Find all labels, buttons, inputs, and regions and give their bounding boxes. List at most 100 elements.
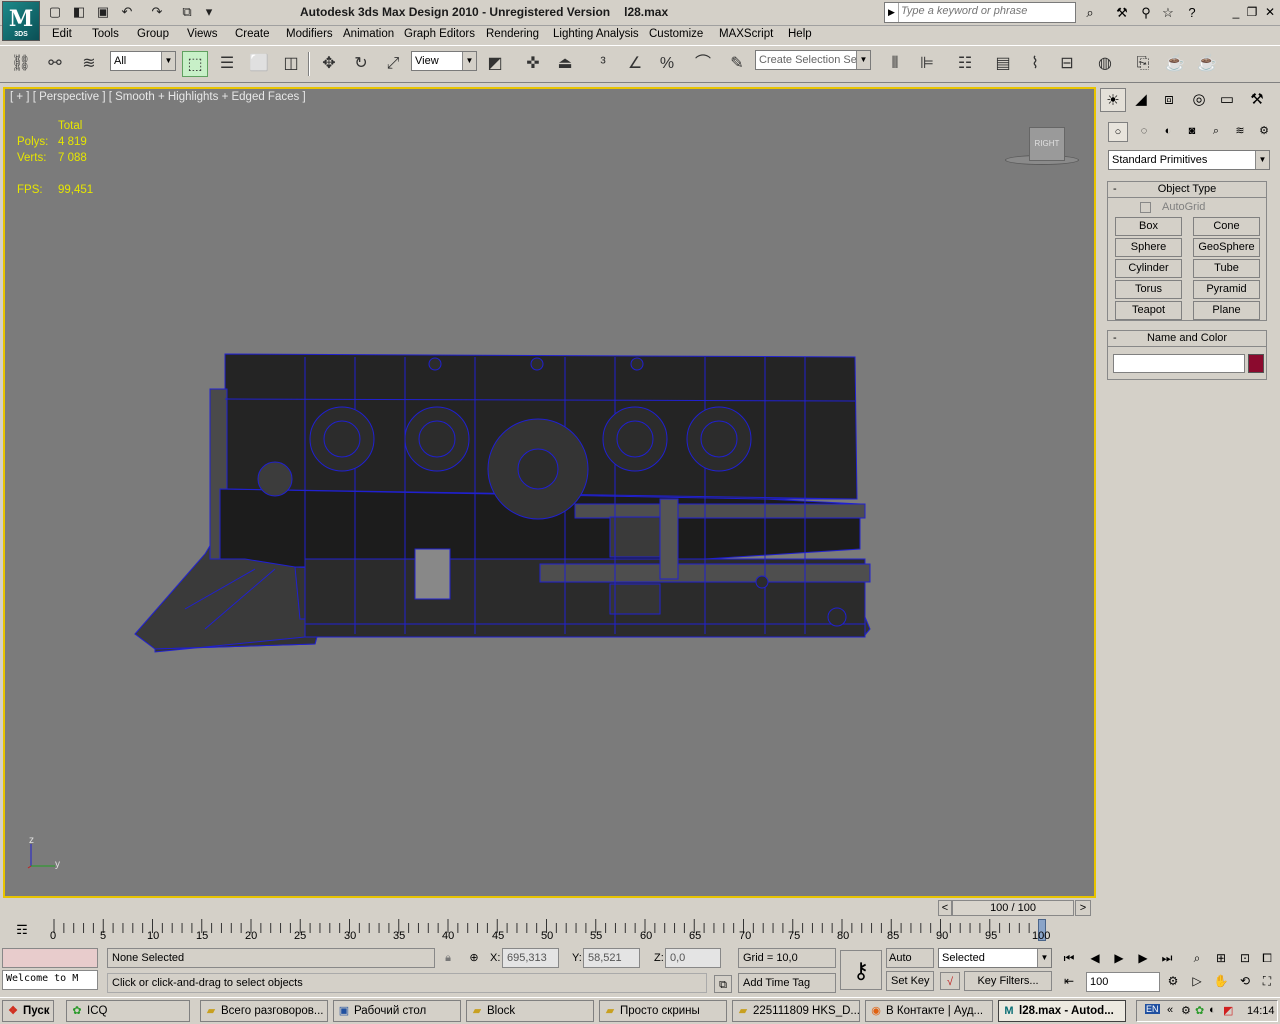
maximize-viewport-icon[interactable]: ⛶ (1258, 972, 1276, 990)
menu-edit[interactable]: Edit (52, 28, 72, 40)
maxscript-mini-listener-top[interactable] (2, 948, 98, 968)
y-coordinate-field[interactable]: 58,521 (583, 948, 640, 968)
material-editor-icon[interactable]: ◍ (1092, 51, 1118, 77)
set-key-button[interactable]: Set Key (886, 971, 934, 991)
object-category-dropdown[interactable]: Standard Primitives ▼ (1108, 150, 1270, 170)
language-indicator[interactable]: EN (1145, 1004, 1160, 1014)
layer-manager-icon[interactable]: ☷ (952, 51, 978, 77)
zoom-extents-icon[interactable]: ⊡ (1236, 949, 1254, 967)
application-menu-button[interactable]: M 3DS (2, 1, 40, 41)
open-file-icon[interactable]: ◧ (70, 4, 88, 21)
plane-button[interactable]: Plane (1193, 301, 1260, 320)
shapes-icon[interactable]: ◌ (1134, 122, 1154, 142)
save-file-icon[interactable]: ▣ (94, 4, 112, 21)
box-button[interactable]: Box (1115, 217, 1182, 236)
rendered-frame-window-icon[interactable]: ☕ (1162, 51, 1188, 77)
cameras-icon[interactable]: ◙ (1182, 122, 1202, 142)
z-coordinate-field[interactable]: 0,0 (665, 948, 721, 968)
select-by-name-icon[interactable]: ☰ (214, 51, 240, 77)
auto-key-button[interactable]: Auto Key (886, 948, 934, 982)
tray-speaker-icon[interactable]: ◐ (1209, 1004, 1216, 1016)
tube-button[interactable]: Tube (1193, 259, 1260, 278)
perspective-viewport[interactable]: [ + ] [ Perspective ] [ Smooth + Highlig… (3, 87, 1096, 898)
render-setup-icon[interactable]: ⎘ (1130, 51, 1156, 77)
edit-named-selection-icon[interactable]: ✎ (724, 51, 750, 77)
cone-button[interactable]: Cone (1193, 217, 1260, 236)
select-and-scale-icon[interactable]: ⤢ (380, 51, 406, 77)
key-mode-toggle-icon[interactable]: ⇤ (1060, 972, 1078, 990)
close-window-icon[interactable]: ✕ (1262, 4, 1278, 20)
orbit-icon[interactable]: ⟲ (1236, 972, 1254, 990)
engine-block-model[interactable] (5, 89, 1094, 896)
spinner-snap-icon[interactable]: ⌒ (690, 51, 716, 77)
time-tag-icon[interactable]: ⧉ (714, 975, 732, 993)
tray-antivirus-icon[interactable]: ◩ (1223, 1004, 1233, 1017)
helpers-icon[interactable]: ⌕ (1206, 122, 1226, 142)
systems-icon[interactable]: ⚙ (1254, 122, 1274, 142)
curve-editor-icon[interactable]: ⌇ (1022, 51, 1048, 77)
next-frame-icon[interactable]: ▶ (1134, 949, 1152, 967)
favorites-star-icon[interactable]: ☆ (1158, 4, 1178, 21)
selection-filter-dropdown[interactable]: All ▼ (110, 51, 176, 71)
tray-icq-icon[interactable]: ✿ (1195, 1004, 1204, 1017)
menu-create[interactable]: Create (235, 28, 270, 40)
default-tangents-icon[interactable]: √ (940, 972, 960, 990)
search-input[interactable] (901, 5, 1071, 17)
unlink-selection-icon[interactable]: ⚯ (42, 51, 68, 77)
communication-center-icon[interactable]: ⚲ (1136, 4, 1156, 21)
time-slider-prev-icon[interactable]: < (938, 900, 952, 916)
time-slider-next-icon[interactable]: > (1075, 900, 1091, 916)
binoculars-search-icon[interactable]: ⌕ (1080, 4, 1100, 21)
display-tab-icon[interactable]: ▭ (1214, 88, 1240, 112)
snaps-toggle-icon[interactable]: ³ (590, 51, 616, 77)
angle-snap-icon[interactable]: ∠ (622, 51, 648, 77)
cylinder-button[interactable]: Cylinder (1115, 259, 1182, 278)
menu-help[interactable]: Help (788, 28, 812, 40)
minimize-window-icon[interactable]: _ (1228, 4, 1244, 20)
name-and-color-rollout-header[interactable]: - Name and Color (1108, 331, 1266, 347)
schematic-view-icon[interactable]: ⊟ (1054, 51, 1080, 77)
lights-icon[interactable]: ◐ (1158, 122, 1178, 142)
percent-snap-icon[interactable]: % (654, 51, 680, 77)
tray-expand-icon[interactable]: « (1167, 1004, 1173, 1016)
zoom-icon[interactable]: ⌕ (1188, 949, 1206, 967)
modify-tab-icon[interactable]: ◢ (1128, 88, 1154, 112)
menu-modifiers[interactable]: Modifiers (286, 28, 333, 40)
selection-lock-icon[interactable]: 🔒︎ (440, 950, 456, 966)
search-expand-icon[interactable]: ▶ (885, 3, 899, 22)
taskbar-item-vkontakte[interactable]: ◉ В Контакте | Ауд... (865, 1000, 993, 1022)
redo-icon[interactable]: ↷ (148, 4, 166, 21)
keyboard-shortcut-override-icon[interactable]: ⏏ (552, 51, 578, 77)
select-and-rotate-icon[interactable]: ↻ (348, 51, 374, 77)
quick-access-dropdown-icon[interactable]: ▾ (200, 4, 218, 21)
taskbar-item-icq[interactable]: ✿ ICQ (66, 1000, 190, 1022)
zoom-all-icon[interactable]: ⊞ (1212, 949, 1230, 967)
use-pivot-center-icon[interactable]: ◩ (482, 51, 508, 77)
menu-lighting-analysis[interactable]: Lighting Analysis (553, 28, 639, 40)
x-coordinate-field[interactable]: 695,313 (502, 948, 559, 968)
menu-maxscript[interactable]: MAXScript (719, 28, 773, 40)
taskbar-item-screenshots[interactable]: ▰ Просто скрины (599, 1000, 727, 1022)
time-configuration-icon[interactable]: ⚙ (1164, 972, 1182, 990)
sphere-button[interactable]: Sphere (1115, 238, 1182, 257)
absolute-mode-transform-icon[interactable]: ⊕ (466, 950, 482, 966)
key-filters-button[interactable]: Key Filters... (964, 971, 1052, 991)
select-and-manipulate-icon[interactable]: ✜ (520, 51, 546, 77)
pan-view-icon[interactable]: ✋ (1212, 972, 1230, 990)
previous-frame-icon[interactable]: ◀ (1086, 949, 1104, 967)
object-name-input[interactable] (1113, 354, 1245, 373)
menu-animation[interactable]: Animation (343, 28, 394, 40)
graphite-modeling-tools-icon[interactable]: ▤ (990, 51, 1016, 77)
space-warps-icon[interactable]: ≋ (1230, 122, 1250, 142)
menu-views[interactable]: Views (187, 28, 217, 40)
named-selection-sets-dropdown[interactable]: Create Selection Se ▼ (755, 50, 871, 70)
autogrid-checkbox[interactable] (1140, 202, 1151, 213)
menu-tools[interactable]: Tools (92, 28, 119, 40)
geosphere-button[interactable]: GeoSphere (1193, 238, 1260, 257)
taskbar-item-conversations[interactable]: ▰ Всего разговоров... (200, 1000, 328, 1022)
select-and-move-icon[interactable]: ✥ (316, 51, 342, 77)
new-file-icon[interactable]: ▢ (46, 4, 64, 21)
rectangular-selection-icon[interactable]: ⬜ (246, 51, 272, 77)
open-mini-curve-editor-icon[interactable]: ☶ (12, 921, 32, 939)
taskbar-item-block[interactable]: ▰ Block (466, 1000, 594, 1022)
